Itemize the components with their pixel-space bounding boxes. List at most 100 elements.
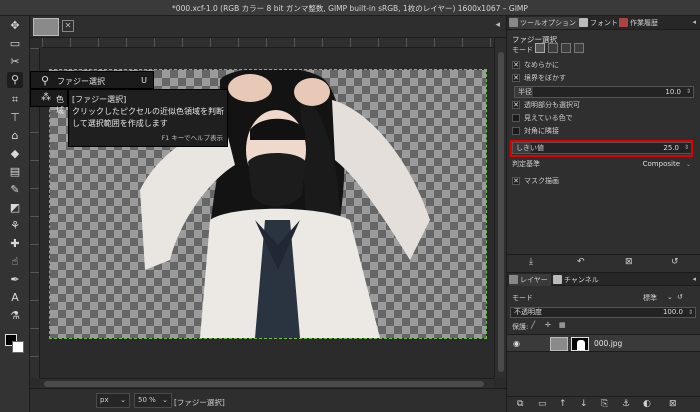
warp-icon[interactable]: ⌂ xyxy=(7,128,23,144)
zoom-value: 50 % xyxy=(138,396,156,404)
sample-merged-checkbox[interactable]: 見えている色で xyxy=(512,113,573,124)
chevron-down-icon[interactable]: ⌄ xyxy=(667,293,673,301)
option-label: 透明部分も選択可 xyxy=(524,101,580,109)
tab-layers[interactable]: レイヤー xyxy=(509,274,551,286)
delete-options-icon[interactable]: ⊠ xyxy=(625,257,633,267)
check-icon xyxy=(512,127,520,135)
layers-footer: ⧉ ▭ ↑ ↓ ⎘ ⚓ ◐ ⊠ xyxy=(507,396,700,412)
bucket-fill-icon[interactable]: ◆ xyxy=(7,146,23,162)
anchor-layer-icon[interactable]: ⚓ xyxy=(622,399,630,409)
save-options-icon[interactable]: ⤓ xyxy=(529,257,533,267)
window-titlebar: *000.xcf-1.0 (RGB カラー 8 bit ガンマ整数, GIMP … xyxy=(0,0,700,16)
text-icon[interactable]: A xyxy=(7,290,23,306)
feather-radius-spinner[interactable]: 半径 10.0 ⇕ xyxy=(514,86,694,98)
status-message: [ファジー選択] xyxy=(174,398,225,407)
clone-icon[interactable]: ⚘ xyxy=(7,218,23,234)
dock-menu-icon[interactable]: ◂ xyxy=(692,275,696,283)
layer-row[interactable]: ◉ 000.jpg xyxy=(507,334,700,352)
option-label: マスク描画 xyxy=(524,177,559,185)
lock-position-icon[interactable]: ✛ xyxy=(545,321,551,329)
tab-channels[interactable]: チャンネル xyxy=(553,274,599,286)
vertical-scrollbar[interactable] xyxy=(494,38,506,378)
mode-replace-button[interactable] xyxy=(535,43,545,53)
tab-undo-history[interactable]: 作業履歴 xyxy=(619,17,658,29)
heal-icon[interactable]: ✚ xyxy=(7,236,23,252)
tab-label: ツールオプション xyxy=(520,19,576,27)
mask-layer-icon[interactable]: ◐ xyxy=(643,399,651,409)
color-picker-icon[interactable]: ⚗ xyxy=(7,308,23,324)
rect-select-icon[interactable]: ▭ xyxy=(7,36,23,52)
tool-group-flyout[interactable]: ⚲ ファジー選択 U xyxy=(30,71,154,89)
layer-name[interactable]: 000.jpg xyxy=(594,339,622,348)
image-tab-thumbnail[interactable] xyxy=(33,18,59,36)
ruler-horizontal xyxy=(42,38,494,48)
layer-mode-value[interactable]: 標準 xyxy=(643,293,657,303)
tool-tooltip: [ファジー選択] クリックしたピクセルの近似色領域を判断して選択範囲を作成します… xyxy=(68,89,228,147)
select-transparent-checkbox[interactable]: ✕ 透明部分も選択可 xyxy=(512,100,580,111)
reset-options-icon[interactable]: ↺ xyxy=(671,257,679,267)
zoom-select[interactable]: 50 % ⌄ xyxy=(134,393,172,408)
threshold-highlight xyxy=(510,140,693,157)
tab-label: 作業履歴 xyxy=(630,19,658,27)
reset-mode-icon[interactable]: ↺ xyxy=(677,293,683,301)
eye-icon[interactable]: ◉ xyxy=(513,339,520,348)
eraser-icon[interactable]: ◩ xyxy=(7,200,23,216)
chevron-down-icon: ⌄ xyxy=(120,396,126,404)
criterion-value: Composite xyxy=(642,160,680,168)
unit-select[interactable]: px ⌄ xyxy=(96,393,130,408)
check-icon: ✕ xyxy=(512,74,520,82)
criterion-label: 判定基準 xyxy=(512,160,540,168)
flyout-fuzzy-select-label: ファジー選択 xyxy=(57,77,105,86)
opacity-value: 100.0 xyxy=(662,308,683,316)
chevron-down-icon: ⌄ xyxy=(162,396,168,404)
horizontal-scrollbar[interactable] xyxy=(40,378,494,388)
fuzzy-select-icon[interactable]: ⚲ xyxy=(7,72,23,88)
flyout-select-by-color-item[interactable]: ⁂ 色域 xyxy=(30,89,68,115)
mode-subtract-button[interactable] xyxy=(561,43,571,53)
chevron-down-icon[interactable]: ◂ xyxy=(495,20,500,30)
transform-icon[interactable]: ⊤ xyxy=(7,110,23,126)
tab-fonts[interactable]: フォント xyxy=(579,17,618,29)
select-by-combo[interactable]: 判定基準 Composite ⌄ xyxy=(512,159,694,170)
window-title: *000.xcf-1.0 (RGB カラー 8 bit ガンマ整数, GIMP … xyxy=(172,4,528,13)
tab-tool-options[interactable]: ツールオプション xyxy=(509,17,579,29)
close-icon[interactable]: ✕ xyxy=(62,20,74,32)
restore-options-icon[interactable]: ↶ xyxy=(577,257,585,267)
lower-layer-icon[interactable]: ↓ xyxy=(580,399,588,409)
lock-pixels-icon[interactable]: ╱ xyxy=(531,321,535,329)
spinner-arrows-icon: ⇕ xyxy=(685,88,691,95)
delete-layer-icon[interactable]: ⊠ xyxy=(669,399,677,409)
crop-icon[interactable]: ⌗ xyxy=(7,92,23,108)
draw-mask-checkbox[interactable]: ✕ マスク描画 xyxy=(512,176,559,187)
chevron-down-icon: ⌄ xyxy=(685,161,691,168)
tab-label: フォント xyxy=(590,19,618,27)
duplicate-layer-icon[interactable]: ⎘ xyxy=(601,399,608,409)
new-group-icon[interactable]: ▭ xyxy=(538,399,547,409)
diagonal-neighbors-checkbox[interactable]: 対角に隣接 xyxy=(512,126,559,137)
lasso-icon[interactable]: ✂ xyxy=(7,54,23,70)
radius-value: 10.0 xyxy=(665,88,681,96)
option-label: 対角に隣接 xyxy=(524,127,559,135)
radius-label: 半径 xyxy=(518,88,532,96)
feather-checkbox[interactable]: ✕ 境界をぼかす xyxy=(512,73,566,84)
path-icon[interactable]: ✒ xyxy=(7,272,23,288)
paintbrush-icon[interactable]: ✎ xyxy=(7,182,23,198)
background-color-swatch[interactable] xyxy=(12,341,24,353)
check-icon: ✕ xyxy=(512,61,520,69)
antialias-checkbox[interactable]: ✕ なめらかに xyxy=(512,60,559,71)
layer-mode-label: モード xyxy=(512,294,533,302)
option-label: なめらかに xyxy=(524,61,559,69)
mode-intersect-button[interactable] xyxy=(574,43,584,53)
dock-menu-icon[interactable]: ◂ xyxy=(692,18,696,26)
mode-add-button[interactable] xyxy=(548,43,558,53)
move-tool-icon[interactable]: ✥ xyxy=(7,18,23,34)
tooltip-description: クリックしたピクセルの近似色領域を判断して選択範囲を作成します xyxy=(72,107,224,128)
layer-opacity-spinner[interactable]: 不透明度 100.0 ⇕ xyxy=(510,307,696,318)
smudge-icon[interactable]: ☝ xyxy=(7,254,23,270)
check-icon: ✕ xyxy=(512,177,520,185)
raise-layer-icon[interactable]: ↑ xyxy=(559,399,567,409)
lock-alpha-icon[interactable]: ▦ xyxy=(559,321,566,329)
new-layer-icon[interactable]: ⧉ xyxy=(517,399,523,409)
gradient-icon[interactable]: ▤ xyxy=(7,164,23,180)
flyout-shortcut: U xyxy=(141,76,147,85)
